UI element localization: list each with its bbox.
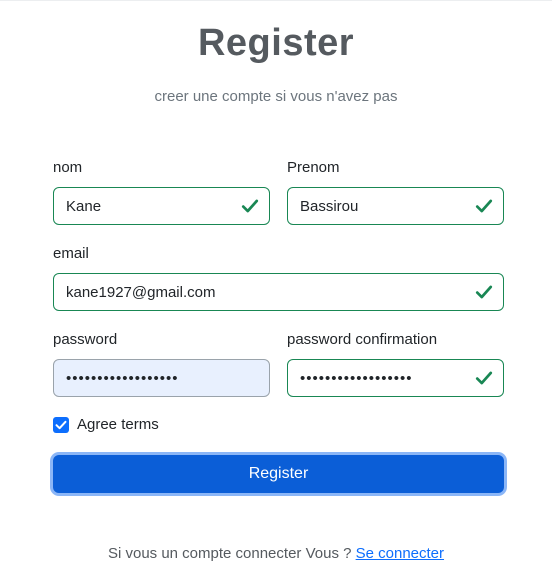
nom-field-wrapper — [53, 187, 270, 225]
prenom-label: Prenom — [287, 159, 340, 176]
password-label: password — [53, 331, 118, 348]
register-button[interactable]: Register — [53, 455, 504, 493]
top-divider — [0, 0, 552, 1]
page-title: Register — [197, 22, 355, 64]
check-icon — [475, 285, 493, 299]
check-icon — [475, 371, 493, 385]
password-confirmation-input[interactable] — [288, 360, 503, 396]
terms-label[interactable]: Agree terms — [77, 416, 159, 433]
prenom-input[interactable] — [288, 188, 503, 224]
password-confirmation-label: password confirmation — [287, 331, 438, 348]
login-link[interactable]: Se connecter — [356, 545, 444, 562]
prenom-field-wrapper — [287, 187, 504, 225]
nom-label: nom — [53, 159, 83, 176]
password-confirmation-field-wrapper — [287, 359, 504, 397]
checkbox-checked-icon — [55, 420, 67, 430]
terms-checkbox[interactable] — [53, 417, 69, 433]
email-field-wrapper — [53, 273, 504, 311]
login-prompt-text: Si vous un compte connecter Vous ? — [107, 545, 356, 562]
check-icon — [475, 199, 493, 213]
page-subtitle: creer une compte si vous n'avez pas — [154, 88, 398, 105]
check-icon — [241, 199, 259, 213]
password-input[interactable] — [54, 360, 269, 396]
login-prompt: Si vous un compte connecter Vous ? Se co… — [0, 545, 552, 562]
nom-input[interactable] — [54, 188, 269, 224]
email-label: email — [53, 245, 89, 262]
email-input[interactable] — [54, 274, 503, 310]
password-field-wrapper — [53, 359, 270, 397]
